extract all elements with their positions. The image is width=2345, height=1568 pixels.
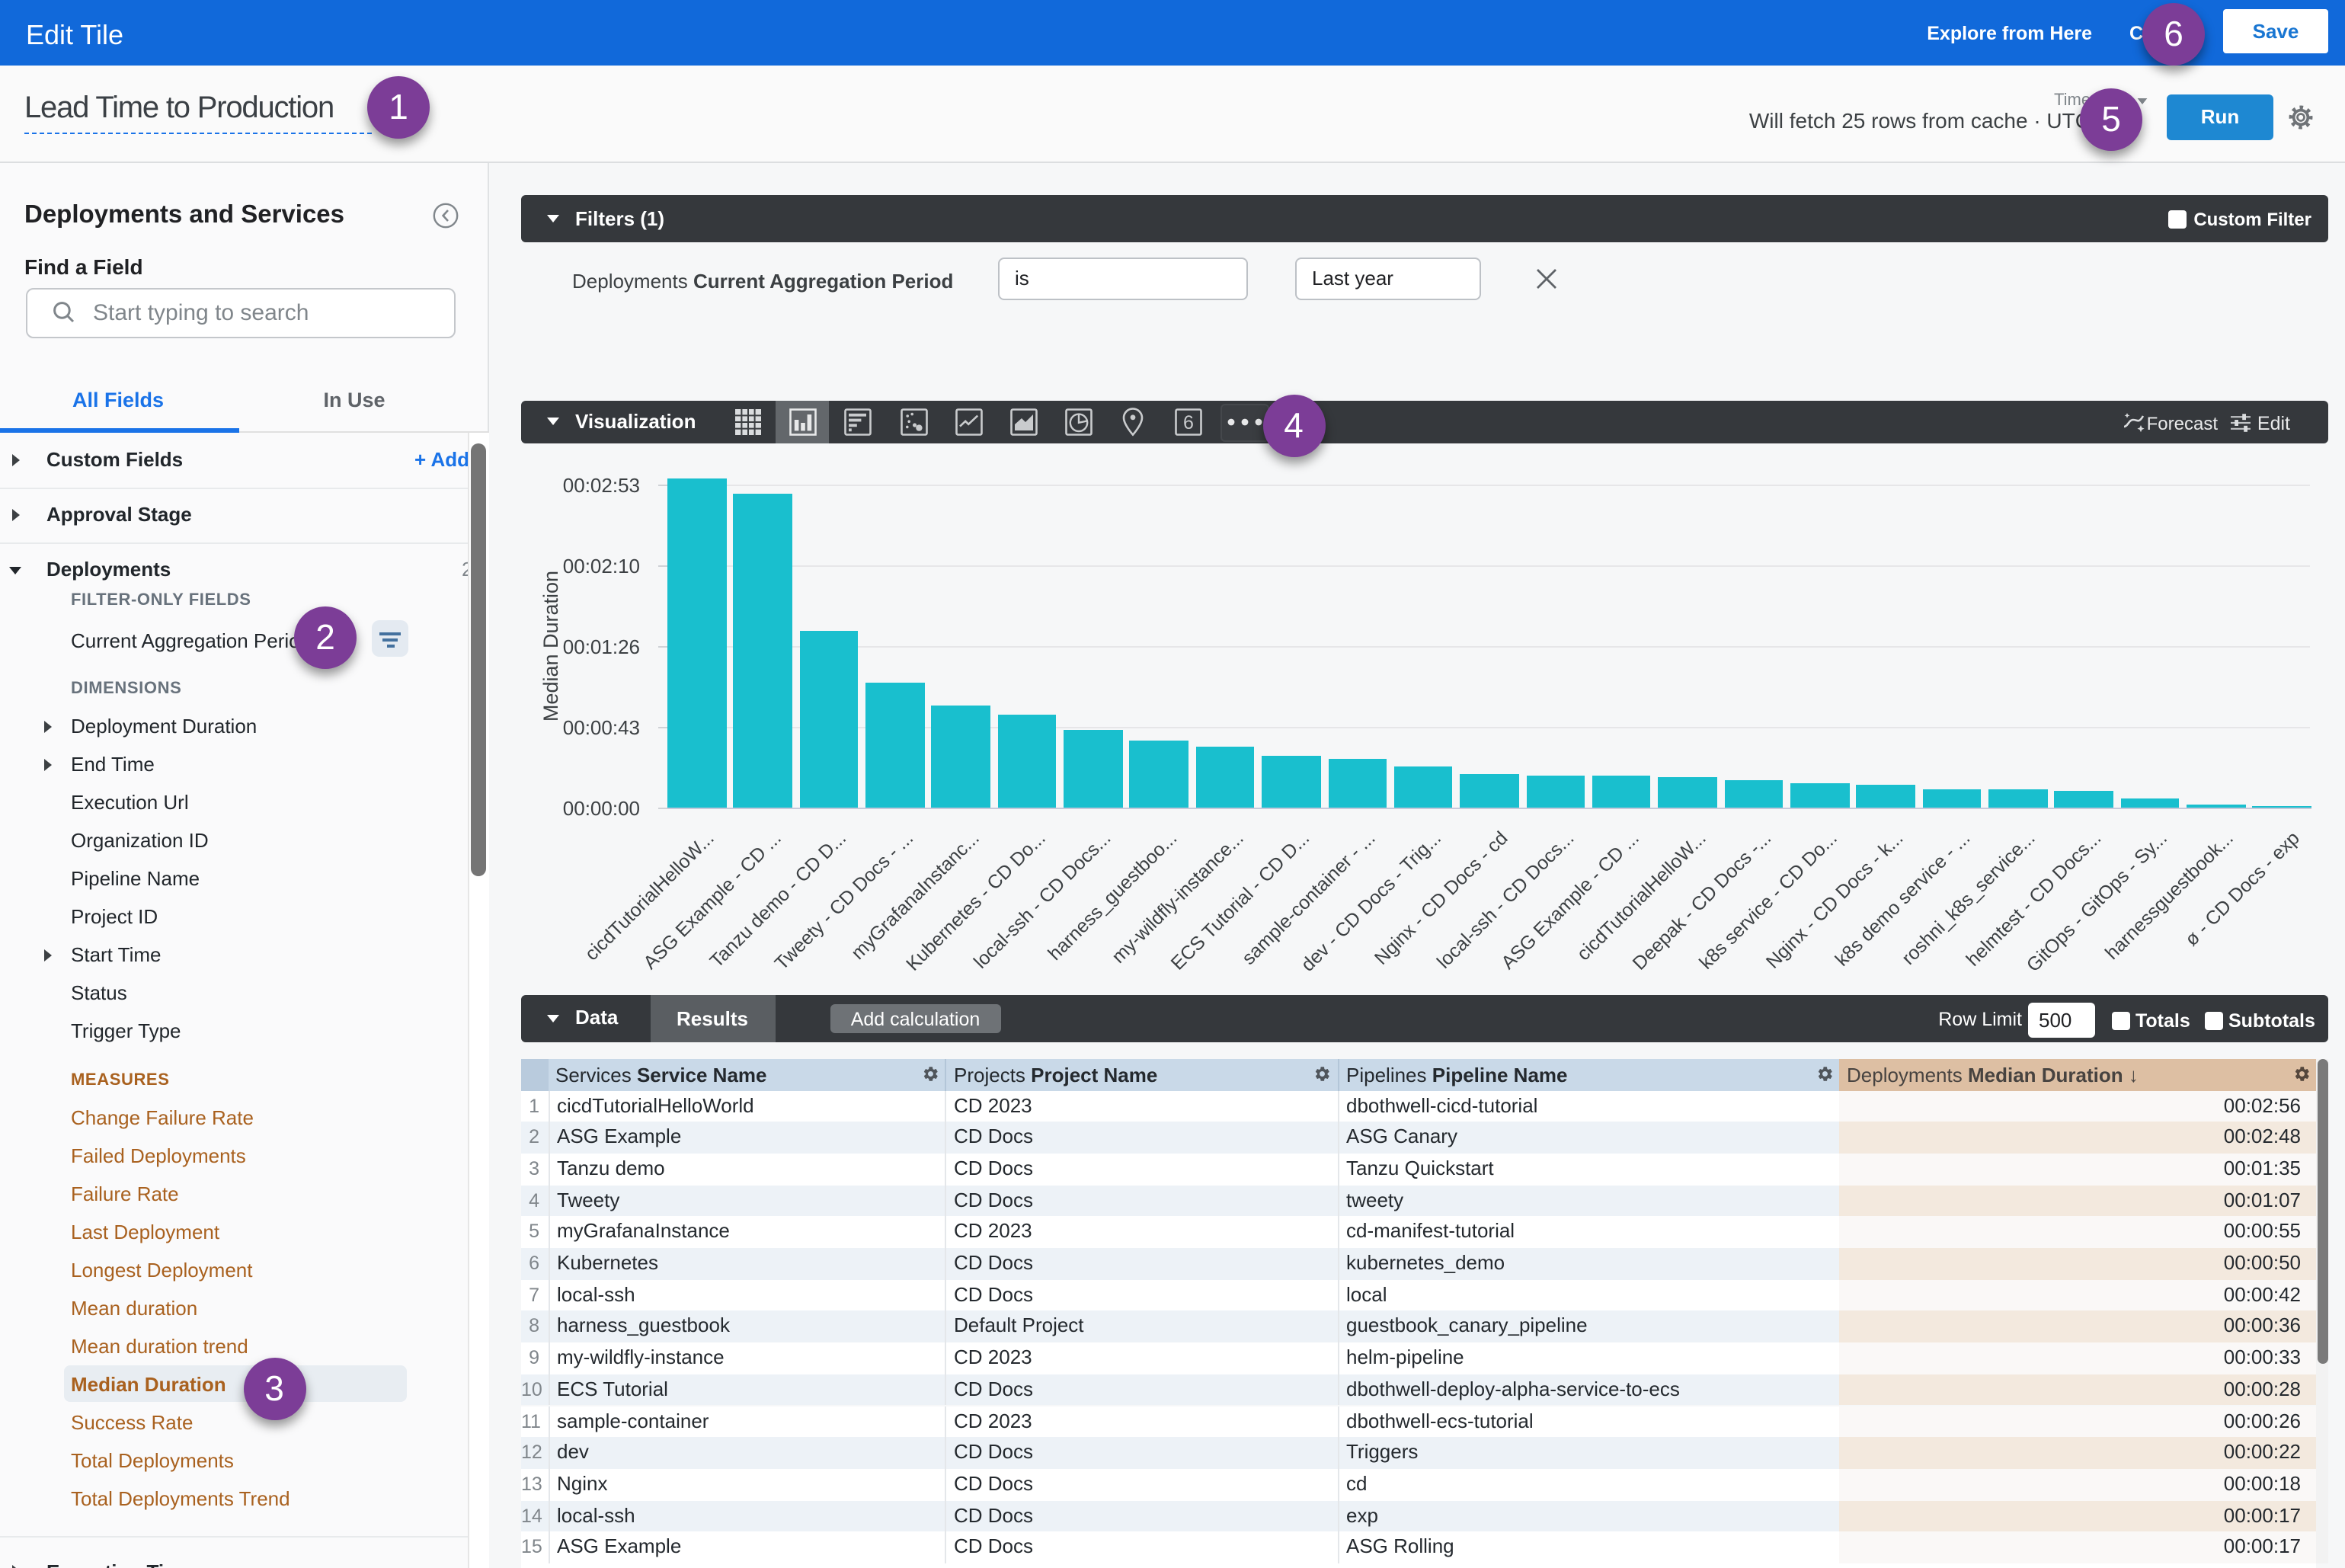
svg-text:6: 6 xyxy=(1182,412,1193,434)
